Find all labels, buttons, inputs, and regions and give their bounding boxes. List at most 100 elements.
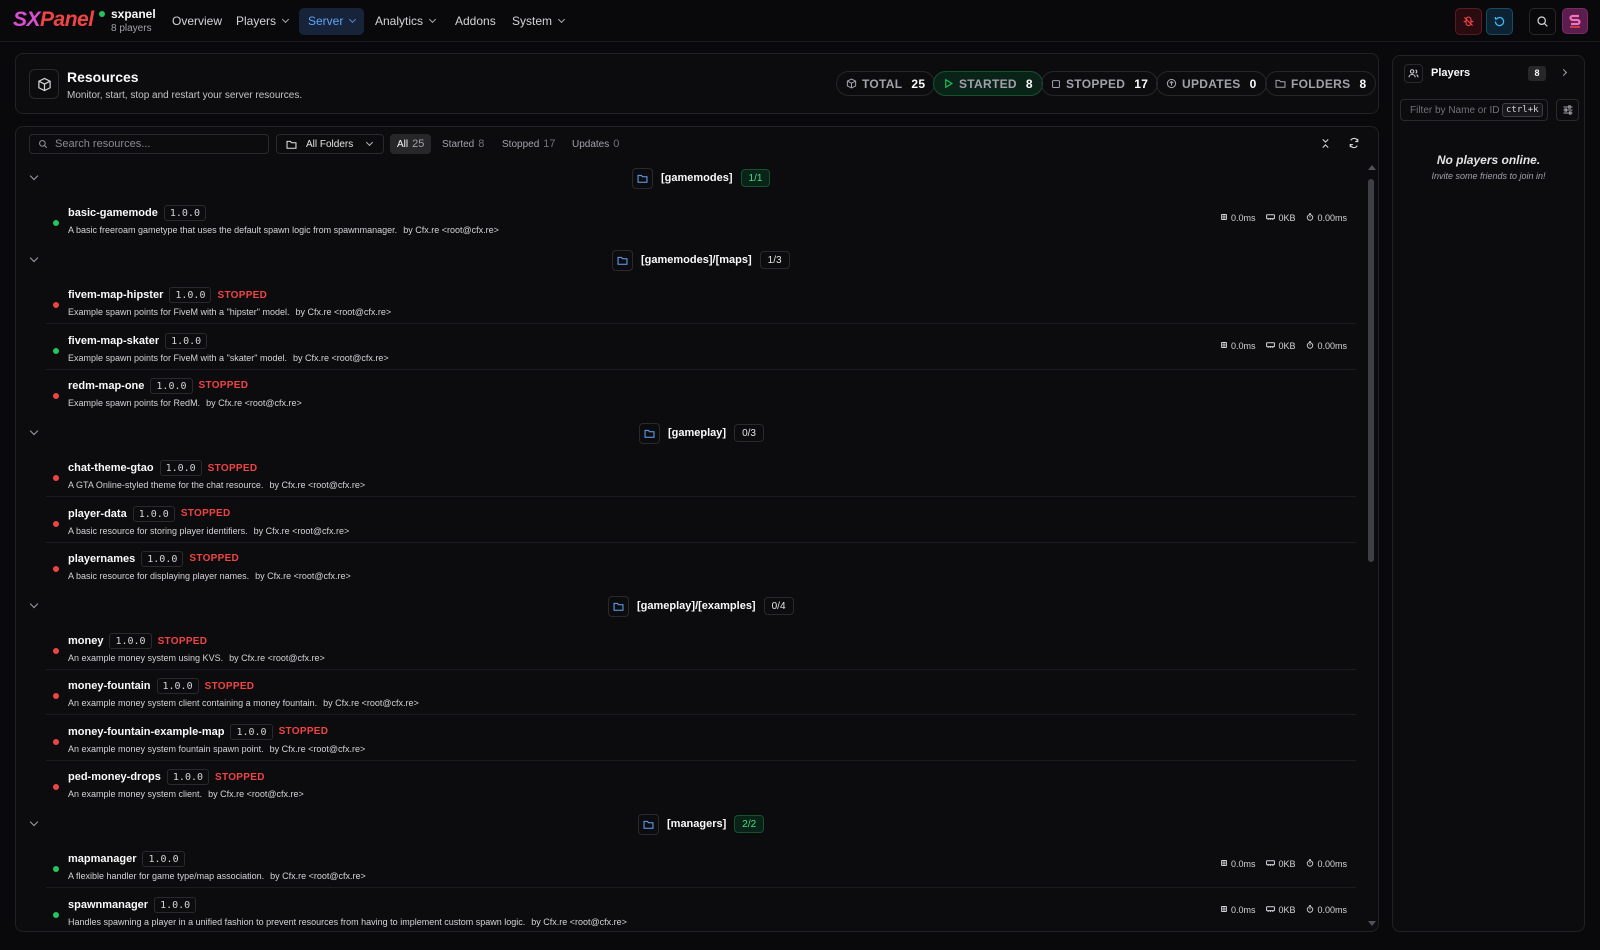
status-dot (53, 302, 59, 309)
chevron-right-icon[interactable] (1559, 68, 1568, 77)
filter-stopped[interactable]: Stopped 17 (495, 134, 563, 154)
cpu-icon (1220, 341, 1228, 351)
resource-row[interactable]: fivem-map-skater 1.0.0 Example spawn point… (46, 325, 1356, 370)
resource-name: money-fountain-example-map (68, 725, 225, 738)
collapse-all-button[interactable] (1318, 136, 1332, 150)
status-dot (53, 520, 59, 527)
metric-mem: 0KB (1266, 859, 1295, 869)
metric-cpu: 0.0ms (1220, 905, 1255, 915)
resource-metrics: 0.0ms 0KB 0.00ms (1220, 341, 1347, 351)
app-logo[interactable]: SXPanel (13, 8, 94, 32)
nav-players[interactable]: Players (227, 8, 297, 35)
nav-system[interactable]: System (503, 8, 573, 35)
folder-row[interactable]: [managers] 2/2 (16, 809, 1356, 839)
metric-cpu: 0.0ms (1220, 213, 1255, 223)
chevron-down-icon[interactable] (29, 171, 39, 181)
scroll-up-arrow[interactable] (1368, 165, 1376, 170)
metric-cpu: 0.0ms (1220, 859, 1255, 869)
avatar[interactable] (1562, 8, 1588, 34)
resource-metrics: 0.0ms 0KB 0.00ms (1220, 859, 1347, 869)
reload-list-button[interactable] (1347, 136, 1361, 150)
resource-title-line: fivem-map-hipster 1.0.0 STOPPED (68, 287, 268, 304)
folder-icon (632, 167, 653, 189)
resource-row[interactable]: chat-theme-gtao 1.0.0 STOPPED A GTA Online-… (46, 452, 1356, 498)
resource-description: A basic resource for displaying player n… (68, 571, 351, 581)
search-button[interactable] (1529, 8, 1556, 35)
page-title: Resources (67, 69, 139, 85)
chevron-down-icon[interactable] (29, 599, 39, 609)
nav-analytics[interactable]: Analytics (366, 8, 444, 35)
resource-title-line: basic-gamemode 1.0.0 (68, 205, 206, 221)
folder-row[interactable]: [gameplay] 0/3 (16, 418, 1356, 448)
resource-row[interactable]: spawnmanager 1.0.0 Handles spawning a play… (46, 889, 1356, 931)
folder-row[interactable]: [gamemodes] 1/1 (16, 163, 1356, 193)
player-filter-settings-button[interactable] (1556, 99, 1579, 121)
version-badge: 1.0.0 (159, 460, 202, 477)
resource-name: spawnmanager (68, 898, 149, 911)
play-icon (945, 78, 953, 89)
search-input[interactable] (55, 138, 255, 150)
chevron-down-icon[interactable] (29, 426, 39, 436)
folder-icon (286, 140, 297, 149)
scroll-down-arrow[interactable] (1368, 921, 1376, 926)
metric-tick: 0.00ms (1306, 341, 1347, 351)
resource-row[interactable]: money 1.0.0 STOPPED An example money system… (46, 625, 1356, 671)
folder-count-badge: 2/2 (734, 815, 765, 834)
resource-row[interactable]: money-fountain 1.0.0 STOPPED An example mon… (46, 670, 1356, 716)
player-filter-box[interactable]: ctrl+k (1400, 99, 1548, 121)
chevron-down-icon (349, 15, 357, 24)
filter-updates[interactable]: Updates 0 (565, 134, 626, 154)
status-label: STOPPED (217, 289, 268, 301)
empty-subtitle: Invite some friends to join in! (1431, 171, 1546, 181)
status-label: STOPPED (198, 380, 249, 392)
nav-overview[interactable]: Overview (163, 8, 231, 35)
resource-name: redm-map-one (68, 379, 145, 392)
resource-author: by Cfx.re <root@cfx.re> (323, 698, 419, 709)
chevron-down-icon[interactable] (29, 254, 39, 263)
status-label: STOPPED (278, 726, 329, 738)
memory-icon (1266, 341, 1276, 351)
resource-name: ped-money-drops (68, 771, 161, 783)
version-badge: 1.0.0 (109, 633, 152, 650)
metric-mem: 0KB (1266, 905, 1295, 915)
chevrons-collapse-icon (1321, 138, 1329, 148)
folder-row[interactable]: [gameplay]/[examples] 0/4 (16, 591, 1356, 621)
chevron-down-icon[interactable] (29, 818, 39, 827)
folder-header: [gamemodes]/[maps] 1/3 (612, 249, 790, 271)
folder-icon (638, 813, 659, 835)
filter-started[interactable]: Started 8 (435, 134, 491, 154)
package-icon (29, 69, 59, 99)
server-name: sxpanel (111, 7, 156, 21)
resource-row[interactable]: mapmanager 1.0.0 A flexible handler for ga… (46, 843, 1356, 889)
bug-off-button[interactable] (1455, 8, 1482, 35)
filter-all[interactable]: All 25 (390, 134, 432, 154)
metric-tick: 0.00ms (1306, 213, 1347, 223)
scrollbar-thumb[interactable] (1368, 179, 1374, 562)
version-badge: 1.0.0 (230, 723, 273, 740)
description-text: Example spawn points for FiveM with a "h… (68, 307, 290, 318)
package-icon (846, 78, 857, 89)
folder-select[interactable]: All Folders (276, 134, 384, 154)
refresh-button[interactable] (1486, 8, 1513, 35)
resource-row[interactable]: ped-money-drops 1.0.0 STOPPED An example mo… (46, 761, 1356, 806)
resource-name: money (68, 635, 104, 648)
resource-author: by Cfx.re <root@cfx.re> (269, 743, 366, 754)
folder-row[interactable]: [gamemodes]/[maps] 1/3 (16, 245, 1356, 275)
description-text: A basic resource for displaying player n… (68, 570, 250, 581)
nav-addons[interactable]: Addons (446, 8, 505, 35)
folder-name: [gamemodes] (661, 172, 733, 184)
resource-row[interactable]: redm-map-one 1.0.0 STOPPED Example spawn po… (46, 370, 1356, 415)
metric-cpu: 0.0ms (1220, 341, 1255, 351)
resource-row[interactable]: fivem-map-hipster 1.0.0 STOPPED Example spa… (46, 279, 1356, 325)
resource-row[interactable]: basic-gamemode 1.0.0 A basic freeroam game… (46, 197, 1356, 242)
status-label: STOPPED (215, 771, 265, 783)
arrow-up-circle-icon (1166, 78, 1177, 89)
status-label: STOPPED (207, 462, 258, 474)
resource-name: player-data (68, 507, 127, 520)
resource-row[interactable]: money-fountain-example-map 1.0.0 STOPPED An… (46, 716, 1356, 761)
resource-row[interactable]: player-data 1.0.0 STOPPED A basic resource … (46, 498, 1356, 543)
resource-author: by Cfx.re <root@cfx.re> (531, 916, 627, 927)
resource-row[interactable]: playernames 1.0.0 STOPPED A basic resource … (46, 543, 1356, 588)
nav-server[interactable]: Server (299, 8, 365, 35)
search-box[interactable] (29, 134, 269, 154)
